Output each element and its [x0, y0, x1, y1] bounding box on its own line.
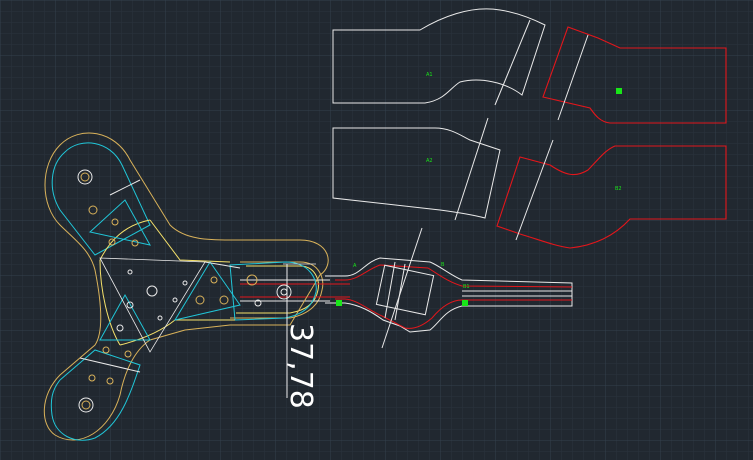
green-grip-icon[interactable]: [336, 300, 342, 306]
cad-viewport[interactable]: 37,78 A1 A2 B2 A B B1: [0, 0, 753, 460]
green-grip-icon[interactable]: [462, 300, 468, 306]
label-lower-red: B2: [615, 186, 622, 192]
label-arm-b1: B1: [463, 284, 470, 290]
label-lower-white: A2: [426, 158, 433, 164]
label-upper-white: A1: [426, 72, 433, 78]
label-arm-b: B: [441, 262, 445, 268]
drawing-canvas[interactable]: 37,78 A1 A2 B2 A B B1: [0, 0, 753, 460]
dimension-value: 37,78: [283, 323, 318, 409]
label-arm-a: A: [353, 263, 357, 269]
green-grip-icon[interactable]: [616, 88, 622, 94]
background-grid: [0, 0, 753, 460]
